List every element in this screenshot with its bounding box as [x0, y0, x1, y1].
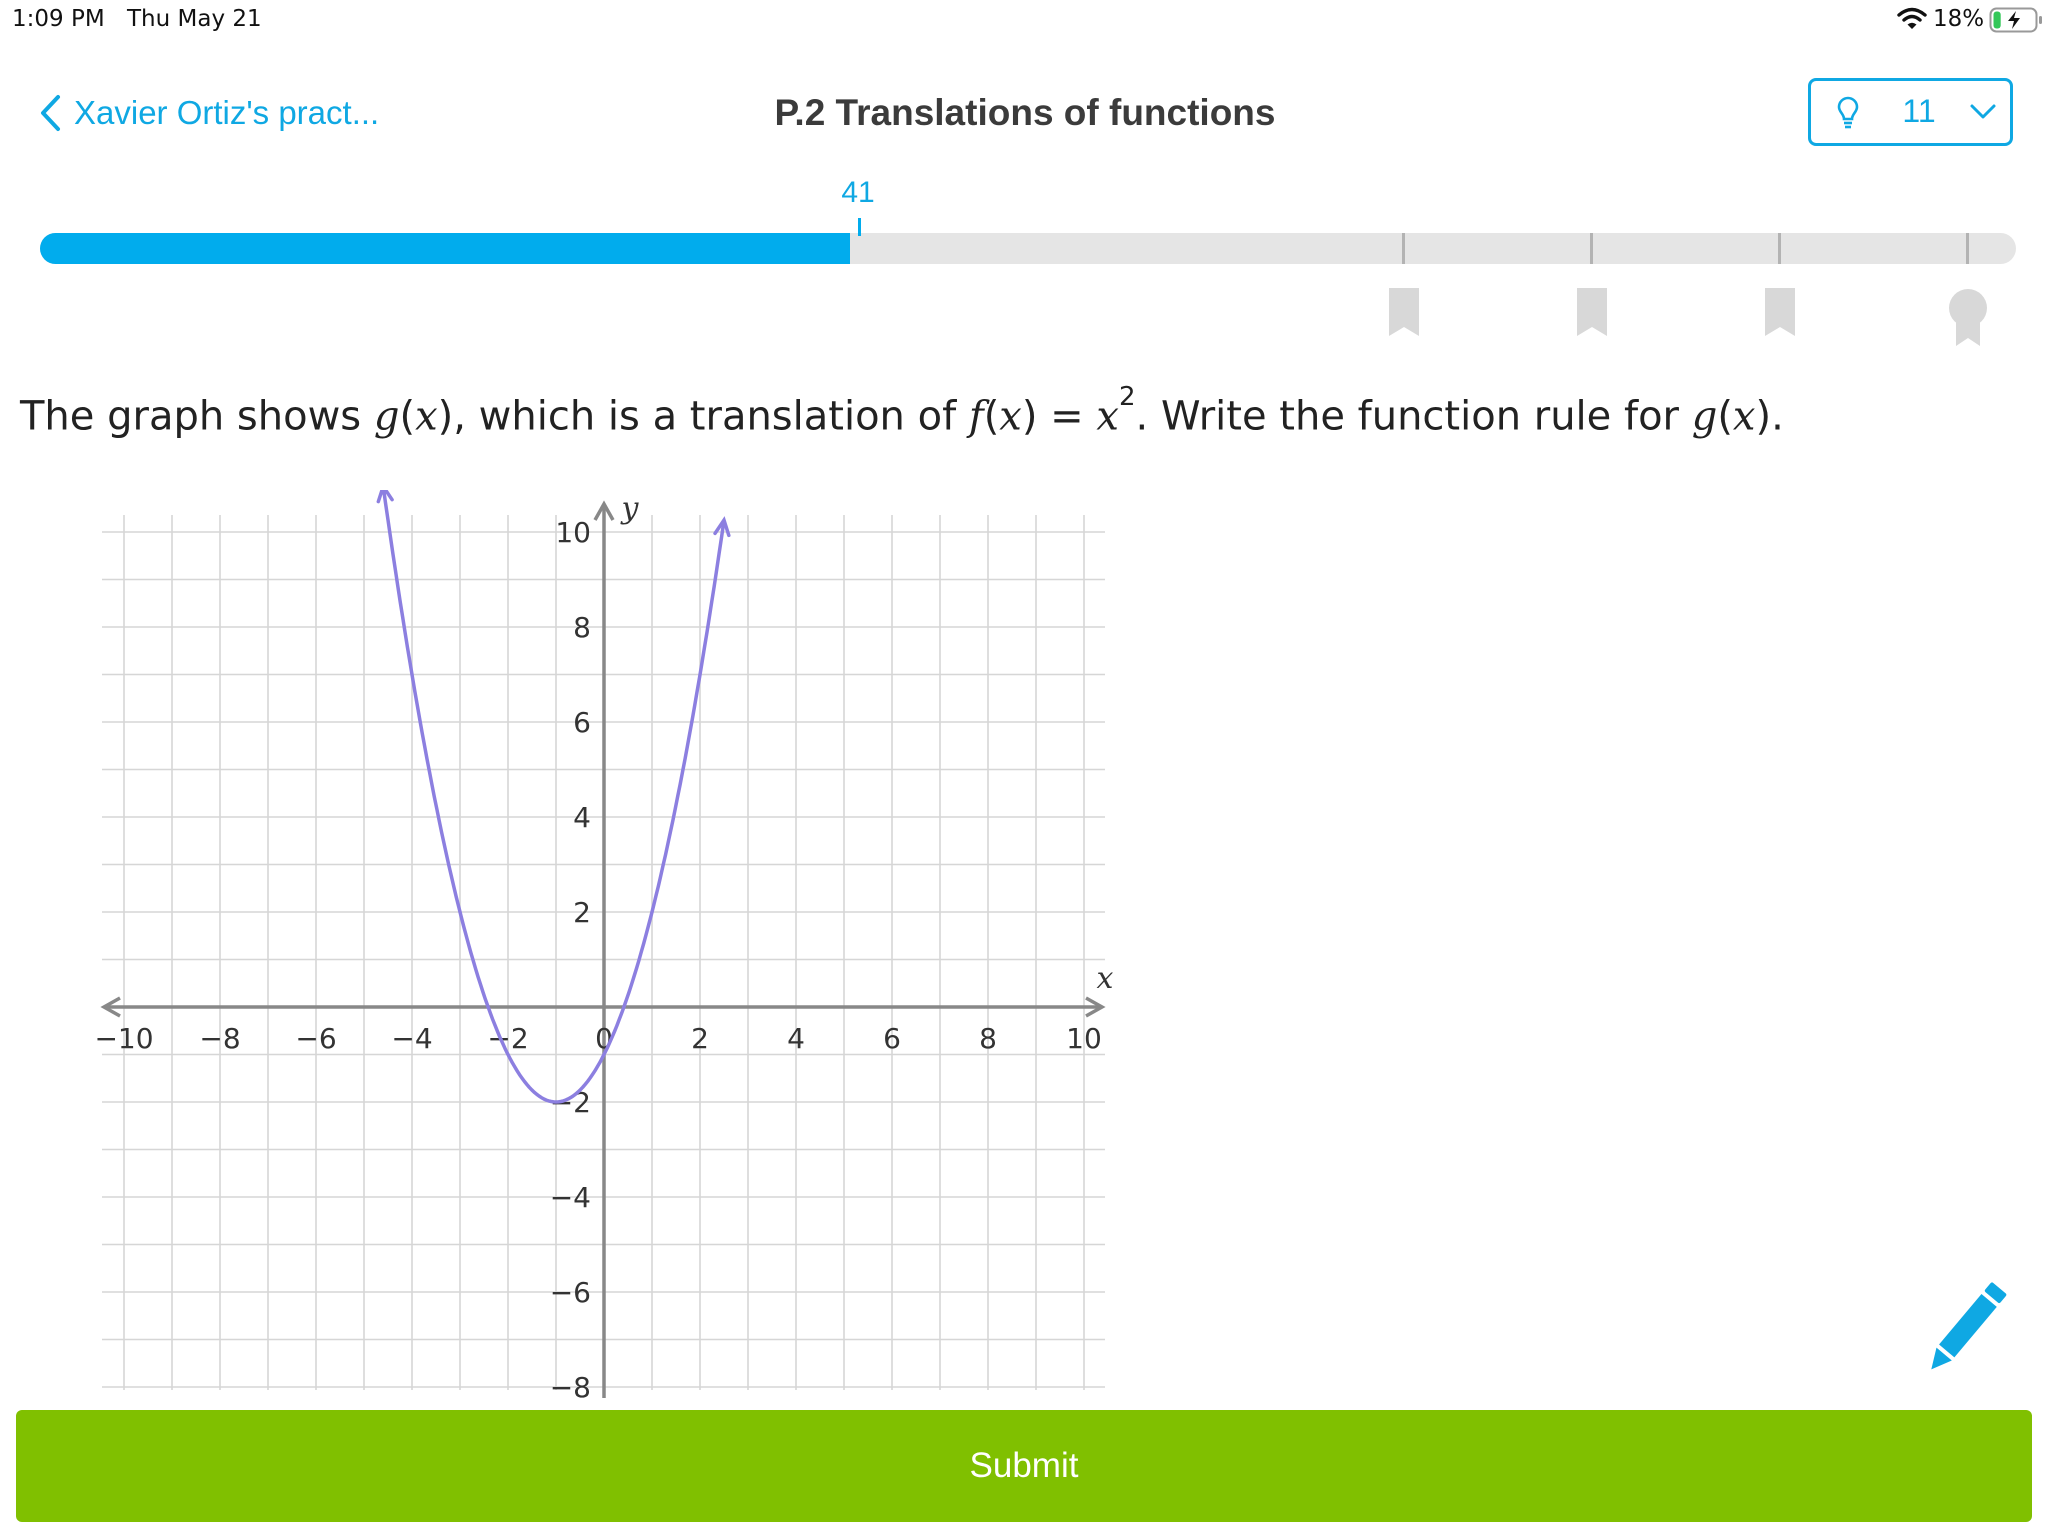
x-tick-label: −10 [94, 1022, 153, 1055]
y-tick-label: −6 [550, 1276, 591, 1309]
progress-value: 41 [841, 176, 875, 209]
x-tick-label: −4 [391, 1022, 432, 1055]
coordinate-graph: xy−10 −8 −6 −4 −2 0 2 4 6 8 10108642−2−4−6−8 [94, 490, 1114, 1400]
progress-marker [858, 218, 861, 236]
x-tick-label: 2 [691, 1022, 709, 1055]
y-tick-label: 6 [573, 706, 591, 739]
hint-count: 11 [1902, 93, 1936, 129]
progress-bar [40, 233, 2016, 264]
chevron-down-icon [1970, 104, 1996, 119]
x-tick-label: 8 [979, 1022, 997, 1055]
bookmark-icon [1389, 288, 1419, 336]
x-tick-label: 6 [883, 1022, 901, 1055]
question-text: The graph shows g(x), which is a transla… [20, 382, 1784, 440]
x-tick-label: −8 [199, 1022, 240, 1055]
bookmark-icon [1577, 288, 1607, 336]
x-axis-label: x [1097, 961, 1114, 996]
y-tick-label: 4 [573, 801, 591, 834]
chevron-left-icon [41, 95, 60, 131]
y-tick-label: −8 [550, 1371, 591, 1400]
y-tick-label: −4 [550, 1181, 591, 1214]
status-time: 1:09 PM [12, 6, 105, 32]
x-tick-label: −6 [295, 1022, 336, 1055]
x-tick-label: 4 [787, 1022, 805, 1055]
y-tick-label: 2 [573, 896, 591, 929]
battery-percent: 18% [1933, 6, 1985, 32]
y-tick-label: 10 [555, 516, 591, 549]
status-bar: 1:09 PM Thu May 21 18% [0, 0, 2048, 40]
progress-fill [40, 233, 851, 264]
x-tick-label: −2 [487, 1022, 528, 1055]
progress-tick [1778, 233, 1781, 264]
battery-charging-icon [1989, 7, 2042, 33]
progress-tick [1966, 233, 1969, 264]
progress-tick [1402, 233, 1405, 264]
back-label: Xavier Ortiz's pract... [74, 94, 380, 131]
submit-button[interactable]: Submit [16, 1410, 2032, 1522]
award-ribbon-icon [1949, 289, 1987, 346]
back-button[interactable]: Xavier Ortiz's pract... [38, 90, 379, 136]
hints-dropdown[interactable]: 11 [1808, 78, 2013, 146]
status-date: Thu May 21 [127, 6, 262, 32]
lightbulb-icon [1837, 96, 1859, 129]
parabola-curve [381, 490, 726, 1104]
y-tick-label: 8 [573, 611, 591, 644]
bookmark-icon [1765, 288, 1795, 336]
x-tick-label: 10 [1066, 1022, 1102, 1055]
progress-tick [1590, 233, 1593, 264]
wifi-icon [1897, 7, 1927, 29]
page-title: P.2 Translations of functions [774, 92, 1276, 133]
y-axis-label: y [620, 491, 640, 526]
pencil-icon[interactable] [1916, 1278, 2016, 1378]
